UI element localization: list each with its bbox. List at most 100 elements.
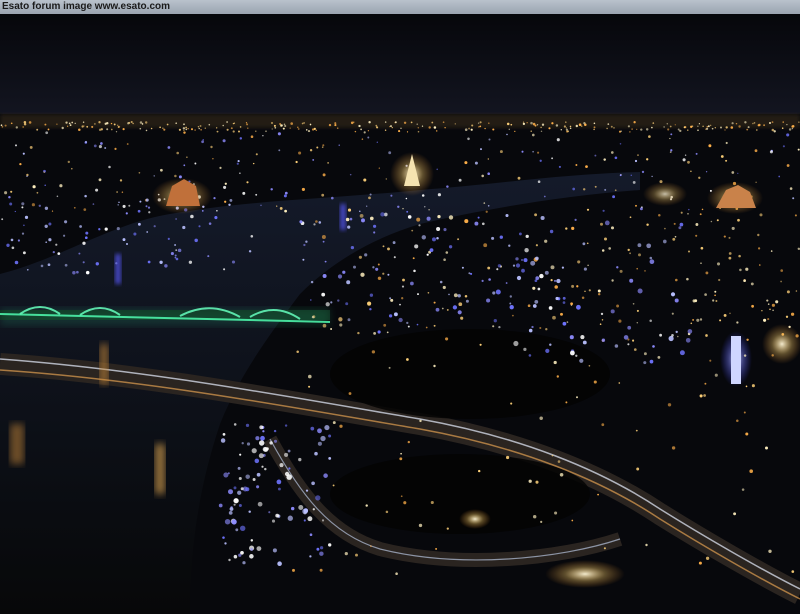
- city-light: [48, 238, 52, 242]
- city-light: [448, 293, 450, 296]
- city-light: [453, 293, 458, 298]
- city-light: [309, 123, 312, 126]
- city-light: [714, 373, 718, 377]
- city-light: [739, 268, 742, 272]
- city-light: [43, 171, 45, 173]
- city-light: [233, 503, 236, 506]
- city-light: [347, 318, 351, 322]
- city-light: [695, 223, 699, 226]
- city-light: [139, 121, 143, 124]
- city-light: [11, 246, 15, 250]
- city-light: [430, 500, 434, 505]
- city-light: [532, 514, 537, 519]
- city-light: [373, 224, 377, 228]
- city-light: [369, 293, 374, 297]
- city-light: [328, 543, 332, 547]
- city-light: [160, 168, 163, 172]
- city-light: [398, 130, 401, 133]
- city-light: [390, 194, 393, 197]
- city-light: [646, 158, 649, 161]
- city-light: [162, 127, 164, 129]
- city-light: [523, 258, 528, 263]
- city-light: [582, 188, 586, 191]
- city-light: [358, 255, 362, 259]
- city-light: [79, 225, 82, 228]
- city-light: [233, 423, 237, 426]
- city-light: [290, 506, 295, 511]
- city-light: [757, 233, 760, 237]
- city-light: [407, 325, 410, 328]
- city-light: [789, 187, 793, 190]
- city-light: [406, 358, 409, 361]
- city-light: [219, 166, 222, 169]
- city-light: [627, 248, 630, 252]
- city-light: [175, 218, 177, 220]
- city-light: [347, 208, 352, 212]
- city-light: [481, 279, 484, 282]
- city-light: [768, 549, 772, 553]
- city-light: [527, 304, 531, 308]
- city-light: [232, 122, 235, 125]
- city-light: [614, 156, 618, 160]
- city-light: [376, 141, 378, 143]
- city-light: [601, 423, 605, 427]
- city-light: [535, 244, 538, 247]
- city-light: [122, 238, 126, 242]
- city-light: [177, 248, 182, 253]
- city-light: [498, 325, 501, 329]
- city-light: [636, 128, 638, 131]
- city-light: [1, 218, 4, 221]
- city-light: [125, 212, 128, 215]
- city-light: [284, 209, 287, 213]
- city-light: [705, 271, 709, 275]
- city-light: [369, 216, 374, 221]
- city-light: [741, 488, 745, 491]
- city-light: [763, 318, 767, 322]
- city-light: [492, 128, 495, 131]
- city-light: [312, 315, 316, 319]
- city-light: [458, 302, 463, 307]
- city-light: [185, 128, 188, 131]
- city-light: [575, 164, 578, 166]
- city-light: [237, 160, 240, 163]
- city-light: [22, 251, 26, 255]
- city-light: [571, 226, 575, 230]
- city-light: [646, 223, 649, 226]
- city-light: [426, 216, 431, 221]
- city-light: [100, 128, 104, 131]
- city-light: [47, 263, 51, 267]
- city-light: [767, 303, 770, 305]
- caption-text: Esato forum image www.esato.com: [2, 1, 171, 12]
- city-light: [477, 122, 480, 124]
- city-light: [182, 127, 186, 130]
- city-light: [452, 305, 458, 310]
- city-light: [627, 125, 630, 128]
- city-light: [231, 260, 236, 264]
- city-light: [446, 527, 449, 530]
- city-light: [117, 124, 119, 126]
- city-light: [403, 501, 407, 505]
- city-light: [175, 122, 177, 124]
- city-light: [705, 171, 708, 173]
- city-light: [373, 332, 376, 335]
- city-light: [250, 235, 254, 238]
- city-light: [493, 319, 497, 323]
- city-light: [295, 160, 298, 164]
- city-light: [21, 232, 25, 235]
- city-light: [246, 181, 249, 184]
- city-light: [298, 505, 304, 510]
- city-light: [386, 331, 389, 334]
- city-light: [349, 173, 352, 176]
- city-light: [272, 548, 277, 553]
- city-light: [556, 138, 560, 142]
- city-light: [332, 421, 336, 425]
- city-light: [175, 249, 178, 251]
- city-light: [147, 260, 151, 264]
- city-light: [133, 232, 137, 236]
- city-light: [632, 339, 635, 342]
- city-light: [245, 487, 250, 492]
- city-light: [159, 126, 161, 129]
- city-light: [345, 217, 350, 222]
- city-light: [353, 265, 356, 269]
- city-light: [767, 318, 770, 321]
